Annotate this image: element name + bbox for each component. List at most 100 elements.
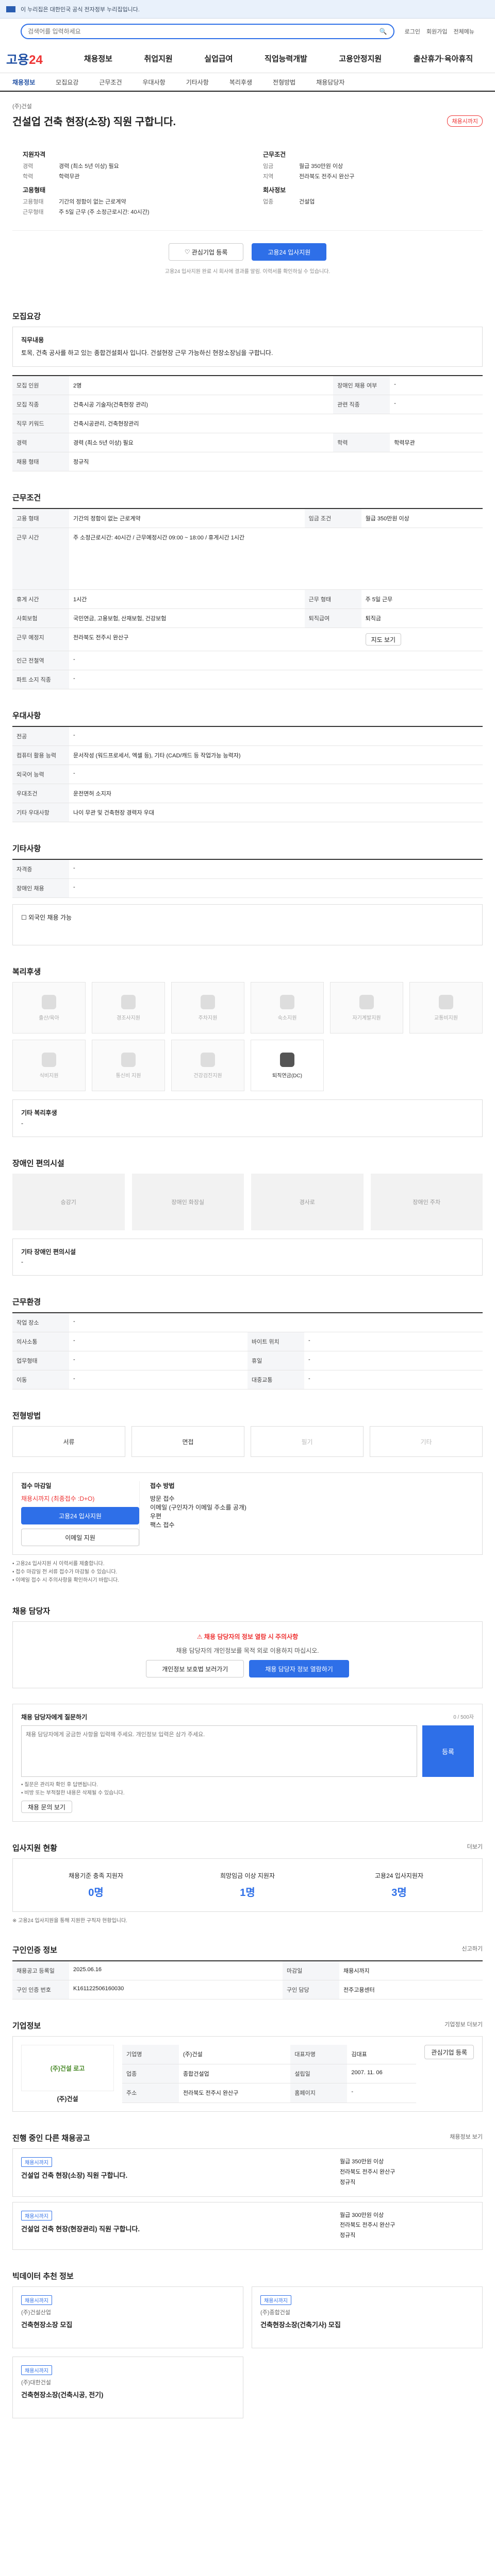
tab-recruit[interactable]: 모집요강	[56, 78, 78, 87]
worktype-title: 근무환경	[12, 1298, 41, 1307]
logo-num: 24	[29, 53, 43, 67]
table-row: 인근 전철역 -	[12, 651, 483, 671]
gnb-item-support[interactable]: 취업지원	[144, 53, 173, 64]
tab-preference[interactable]: 우대사항	[143, 78, 166, 87]
job-summary: 지원자격 경력 경력 (최소 5년 이상) 필요 학력 학력무관 고용형태 고용형태…	[12, 132, 483, 231]
apply-methods: 접수 방법 방문 접수 이메일 (구인자가 이메일 주소를 공개) 우편 팩스 …	[150, 1481, 246, 1546]
privacy-law-button[interactable]: 개인정보 보호법 보러가기	[146, 1660, 244, 1678]
recruit-table: 모집 인원 2명 장애인 채용 여부 - 모집 직종 건축시공 기술자(건축현장 관리)…	[12, 375, 483, 472]
recommend-tag: 채용시까지	[21, 2295, 52, 2305]
apply-button[interactable]: 고용24 입사지원	[252, 243, 327, 261]
table-row: 업종 종합건설업 설립일 2007. 11. 06	[122, 2064, 417, 2084]
table-key: 인근 전철역	[12, 651, 69, 671]
company-more-link[interactable]: 기업정보 더보기	[444, 2020, 483, 2028]
question-textarea[interactable]	[21, 1725, 417, 1777]
view-questions-button[interactable]: 채용 문의 보기	[21, 1801, 72, 1814]
summary-qual-title: 지원자격	[23, 151, 46, 158]
recommend-card[interactable]: 채용시까지 (주)대한건설 건축현장소장(건축시공, 전기)	[12, 2356, 243, 2418]
login-link[interactable]: 로그인	[405, 27, 420, 36]
report-link[interactable]: 신고하기	[462, 1944, 483, 1953]
table-key: 구인 인증 번호	[12, 1980, 69, 2000]
job-description: 토목, 건축 공사를 하고 있는 종합건설회사 입니다. 건설현장 근무 가능하…	[21, 349, 273, 357]
table-row: 기타 우대사항 나이 무관 및 건축현장 경력자 우대	[12, 803, 483, 823]
table-key: 작업 장소	[12, 1313, 69, 1333]
tab-welfare[interactable]: 복리후생	[229, 78, 252, 87]
table-row: 채용 형태 정규직	[12, 452, 483, 472]
contact-title: 채용 담당자	[12, 1607, 51, 1616]
table-key: 주소	[122, 2083, 179, 2104]
table-value: 학력무관	[390, 433, 483, 453]
tab-conditions[interactable]: 근무조건	[99, 78, 122, 87]
tab-selection[interactable]: 전형방법	[273, 78, 295, 87]
summary-row: 업종 건설업	[263, 197, 472, 206]
gnb-item-unemployment[interactable]: 실업급여	[204, 53, 233, 64]
table-value: 1시간	[69, 589, 305, 609]
table-value: 주 5일 근무	[361, 589, 483, 609]
recommend-card[interactable]: 채용시까지 (주)종합건설 건축현장소장(건축기사) 모집	[252, 2286, 483, 2348]
table-value: -	[69, 651, 483, 671]
similar-more-link[interactable]: 채용정보 보기	[450, 2132, 483, 2141]
company-follow-button[interactable]: 관심기업 등록	[424, 2045, 474, 2060]
similar-job-card[interactable]: 채용시까지 건설업 건축 현장(현장관리) 직원 구합니다. 월급 300만원 …	[12, 2201, 483, 2250]
site-logo[interactable]: 고용24	[6, 49, 68, 67]
table-key: 홈페이지	[290, 2083, 348, 2104]
signup-link[interactable]: 회원가입	[426, 27, 447, 36]
tab-jobinfo[interactable]: 채용정보	[12, 78, 35, 87]
disabled-etc-box: 기타 장애인 편의시설 -	[12, 1238, 483, 1276]
gnb-item-jobs[interactable]: 채용정보	[84, 53, 112, 64]
interest-button[interactable]: ♡ 관심기업 등록	[168, 243, 244, 261]
gnb-menu: 채용정보 취업지원 실업급여 직업능력개발 고용안정지원 출산휴가·육아휴직	[68, 53, 489, 64]
main-content: (주)건설 건설업 건축 현장(소장) 직원 구합니다. 채용시까지 지원자격 …	[0, 92, 495, 2439]
tab-contact[interactable]: 채용담당자	[316, 78, 344, 87]
welfare-label: 자기계발지원	[352, 1015, 381, 1021]
contact-buttons: 개인정보 보호법 보러가기 채용 담당자 정보 열람하기	[23, 1660, 472, 1678]
search-icon[interactable]: 🔍	[380, 28, 387, 35]
search-input[interactable]	[28, 28, 375, 35]
apply-now-button[interactable]: 고용24 입사지원	[21, 1507, 139, 1525]
company-logo-col: (주)건설 로고 (주)건설	[21, 2045, 114, 2103]
similar-job-card[interactable]: 채용시까지 건설업 건축 현장(소장) 직원 구합니다. 월급 350만원 이상…	[12, 2148, 483, 2197]
similar-title-row: 진행 중인 다른 채용공고 채용정보 보기	[12, 2132, 483, 2143]
job-description-box: 직무내용 토목, 건축 공사를 하고 있는 종합건설회사 입니다. 건설현장 근…	[12, 327, 483, 367]
table-key: 근무 형태	[304, 589, 361, 609]
recommend-grid: 채용시까지 (주)건설산업 건축현장소장 모집 채용시까지 (주)종합건설 건축…	[12, 2286, 483, 2418]
stats-title: 입사지원 현황	[12, 1844, 57, 1853]
table-value: -	[390, 376, 483, 396]
gnb-item-stability[interactable]: 고용안정지원	[339, 53, 382, 64]
map-button[interactable]: 지도 보기	[365, 633, 402, 646]
gnb-item-leave[interactable]: 출산휴가·육아휴직	[414, 53, 473, 64]
disabled-title: 장애인 편의시설	[12, 1159, 64, 1168]
apply-note-line: • 접수 마감일 전 서류 접수가 마감될 수 있습니다.	[12, 1569, 118, 1575]
table-row: 구인 인증 번호 K161122506160030 구인 담당 전주고용센터	[12, 1980, 483, 2000]
table-key: 대중교통	[248, 1370, 304, 1390]
recommend-card[interactable]: 채용시까지 (주)건설산업 건축현장소장 모집	[12, 2286, 243, 2348]
email-apply-button[interactable]: 이메일 지원	[21, 1529, 139, 1547]
welfare-item: 출산/육아	[12, 982, 86, 1034]
gnb-item-training[interactable]: 직업능력개발	[265, 53, 307, 64]
table-row: 장애인 채용 -	[12, 878, 483, 899]
company-name[interactable]: (주)건설	[12, 102, 483, 110]
similar-job-place: 전라북도 전주시 완산구	[340, 2168, 395, 2175]
table-value: -	[390, 395, 483, 415]
apply-method-line: 이메일 (구인자가 이메일 주소를 공개)	[150, 1504, 246, 1512]
table-key: 학력	[333, 433, 390, 453]
similar-job-main: 채용시까지 건설업 건축 현장(현장관리) 직원 구합니다.	[21, 2210, 332, 2241]
stats-more-link[interactable]: 더보기	[467, 1842, 483, 1851]
table-row: 파트 소지 직종 -	[12, 670, 483, 690]
meta-table: 채용공고 등록일 2025.06.16 마감일 채용시까지 구인 인증 번호 K1611…	[12, 1960, 483, 2000]
view-contact-button[interactable]: 채용 담당자 정보 열람하기	[249, 1660, 349, 1678]
question-submit-button[interactable]: 등록	[422, 1725, 474, 1777]
table-value: 채용시까지	[339, 1961, 483, 1981]
disabled-etc-value: -	[21, 1258, 23, 1265]
deadline-badge: 채용시까지	[447, 115, 483, 127]
welfare-icon	[280, 994, 294, 1009]
gov-banner-text: 이 누리집은 대한민국 공식 전자정부 누리집입니다.	[21, 6, 140, 13]
stat-item: 채용기준 충족 지원자 0명	[25, 1871, 167, 1899]
tab-etc[interactable]: 기타사항	[186, 78, 209, 87]
table-value: 전라북도 전주시 완산구	[69, 628, 361, 652]
summary-value: 건설업	[299, 199, 315, 205]
table-key: 근무 시간	[12, 528, 69, 590]
table-row: 근무 예정지 전라북도 전주시 완산구 지도 보기	[12, 628, 483, 652]
all-menu-link[interactable]: 전체메뉴	[454, 27, 474, 36]
welfare-icon	[201, 994, 215, 1009]
